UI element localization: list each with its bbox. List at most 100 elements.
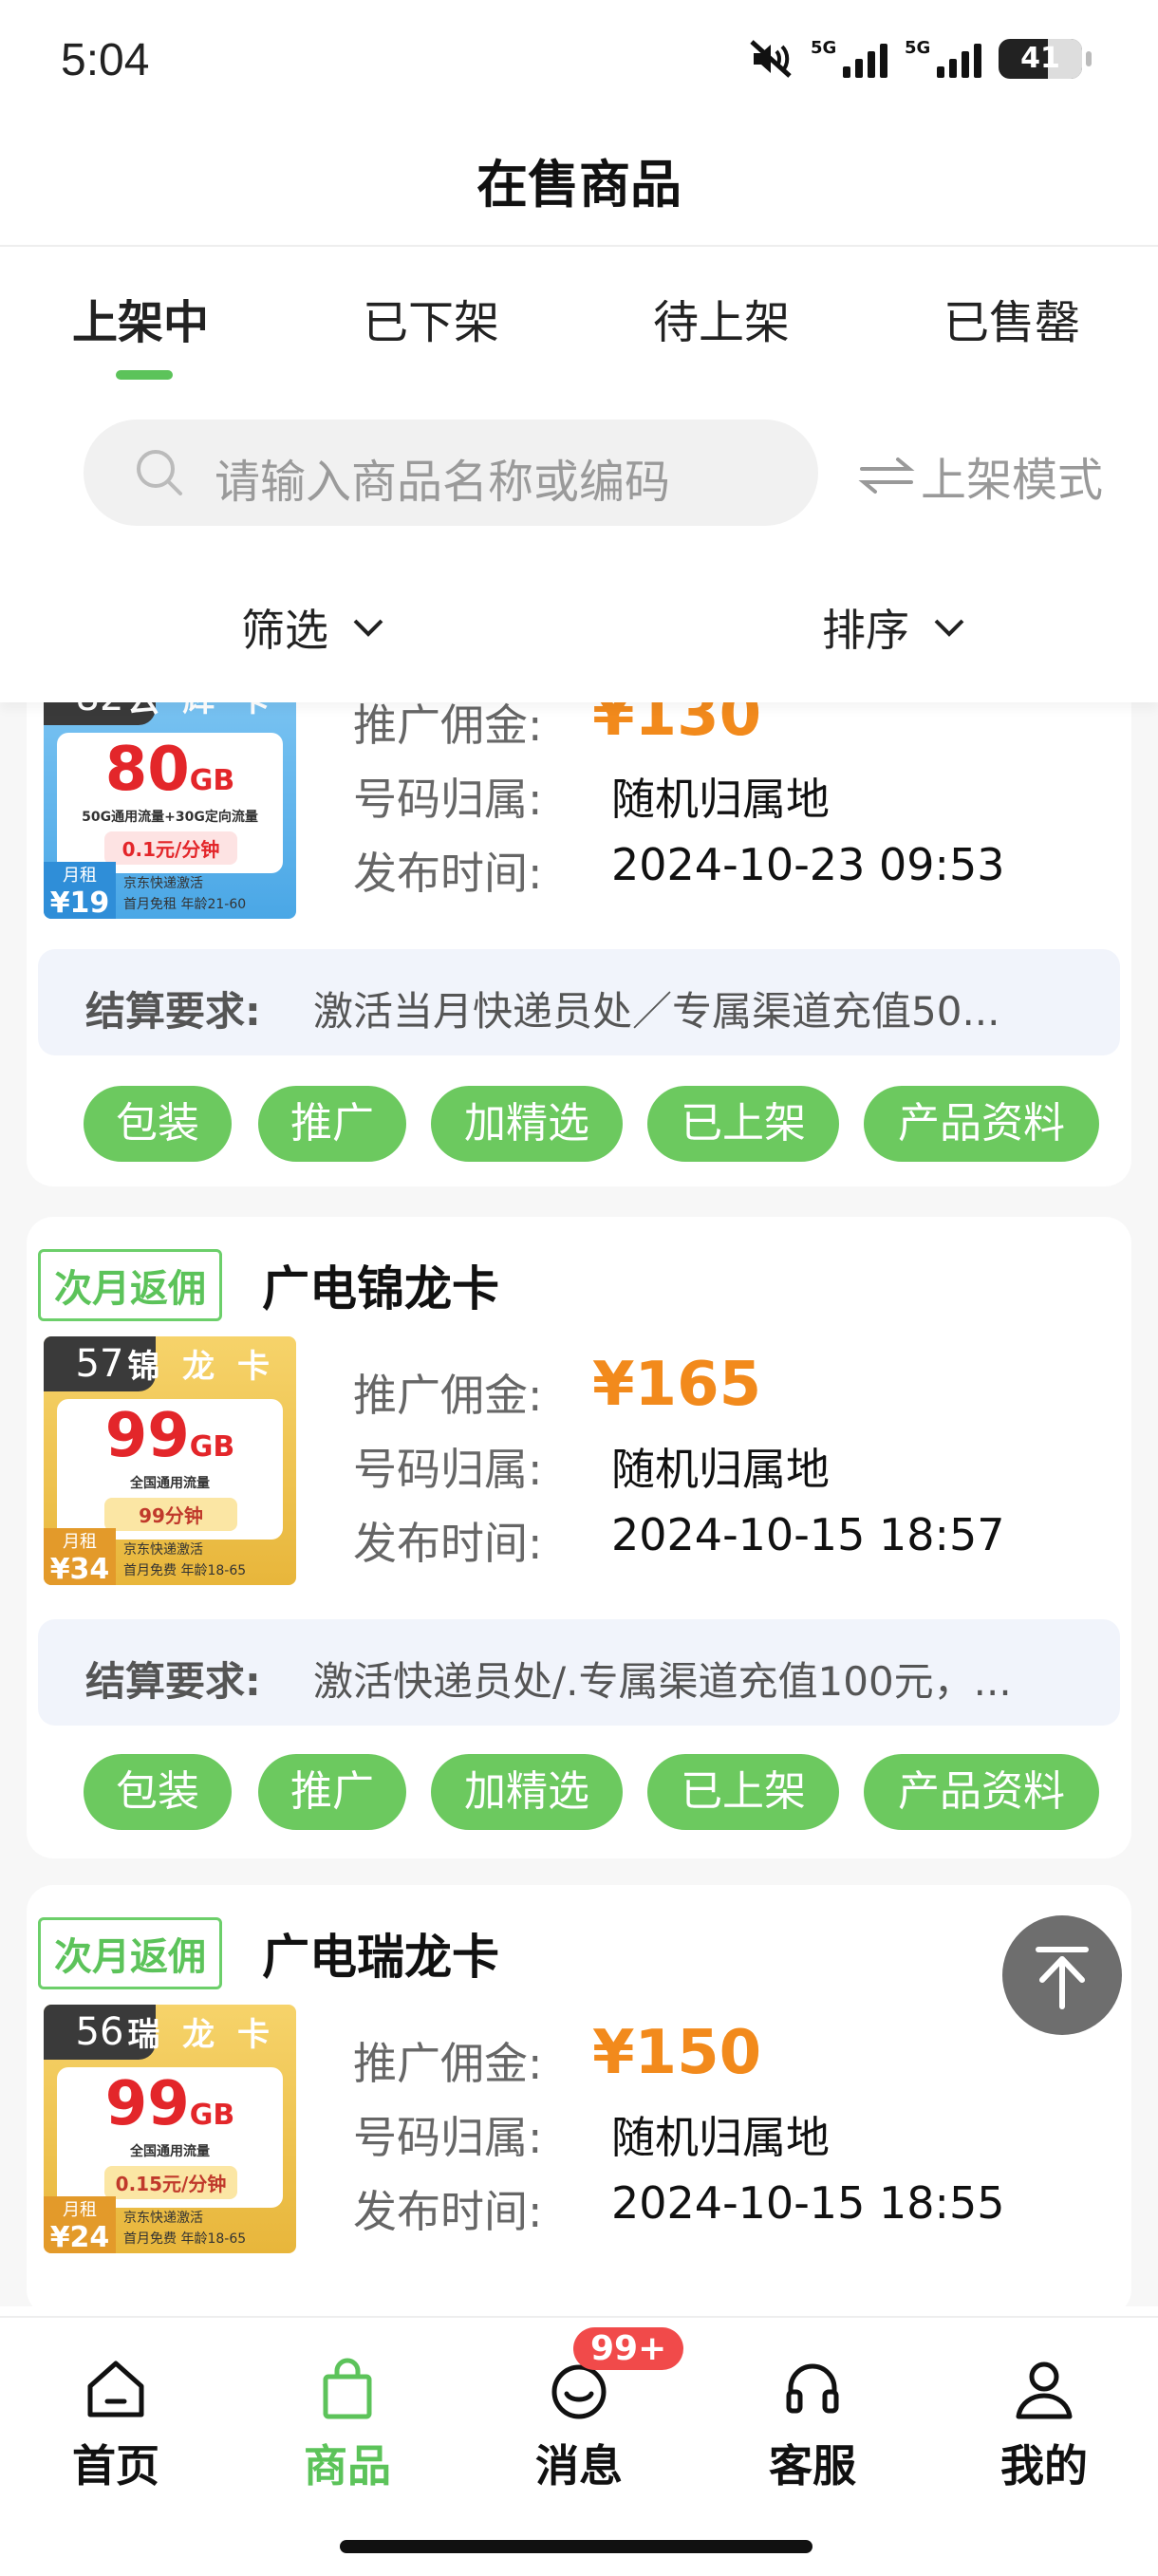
feature-button[interactable]: 加精选 bbox=[431, 1754, 623, 1830]
product-thumbnail: 56 瑞 龙 卡 99GB 全国通用流量 0.15元/分钟 月租 ¥24 京东快递… bbox=[44, 2005, 296, 2253]
sort-label: 排序 bbox=[822, 605, 909, 656]
product-info-button[interactable]: 产品资料 bbox=[864, 1086, 1099, 1162]
mute-icon bbox=[750, 40, 792, 78]
thumb-gb-unit: GB bbox=[189, 1430, 235, 1464]
thumb-courier: 京东快递激活 bbox=[123, 1542, 203, 1558]
chevron-down-icon bbox=[934, 619, 964, 637]
nav-messages[interactable]: 消息 bbox=[522, 2356, 636, 2494]
settlement-value: 激活当月快递员处／专属渠道充值50... bbox=[313, 988, 1000, 1035]
nav-products-label: 商品 bbox=[304, 2440, 391, 2492]
location-value: 随机归属地 bbox=[611, 774, 830, 825]
arrow-up-icon bbox=[1036, 1947, 1089, 2009]
location-value: 随机归属地 bbox=[611, 2112, 830, 2163]
thumb-terms: 首月免租 年龄21-60 bbox=[123, 897, 247, 912]
swap-icon bbox=[858, 457, 915, 494]
listed-button[interactable]: 已上架 bbox=[647, 1754, 839, 1830]
bag-icon bbox=[323, 2358, 372, 2419]
nav-home-label: 首页 bbox=[72, 2440, 159, 2492]
location-label: 号码归属: bbox=[353, 774, 543, 825]
publish-time-label: 发布时间: bbox=[353, 2186, 543, 2237]
nav-support[interactable]: 客服 bbox=[756, 2356, 869, 2494]
search-icon bbox=[137, 450, 182, 495]
settlement-label: 结算要求: bbox=[85, 1658, 261, 1705]
nav-support-label: 客服 bbox=[769, 2440, 856, 2492]
tab-sold-out[interactable]: 已售罄 bbox=[943, 285, 1080, 351]
publish-time-value: 2024-10-23 09:53 bbox=[611, 839, 1005, 890]
location-value: 随机归属地 bbox=[611, 1444, 830, 1495]
status-time: 5:04 bbox=[61, 35, 150, 85]
package-button[interactable]: 包装 bbox=[84, 1754, 232, 1830]
thumb-courier: 京东快递激活 bbox=[123, 2211, 203, 2226]
chevron-down-icon bbox=[353, 619, 383, 637]
divider bbox=[0, 245, 1158, 247]
back-to-top-button[interactable] bbox=[1002, 1915, 1122, 2035]
thumb-rent: 月租 ¥19 bbox=[44, 862, 116, 919]
publish-time-label: 发布时间: bbox=[353, 848, 543, 899]
settlement-box: 结算要求: 激活快递员处/.专属渠道充值100元，... bbox=[38, 1619, 1120, 1726]
thumb-desc: 全国通用流量 bbox=[130, 2144, 210, 2159]
nav-messages-label: 消息 bbox=[535, 2440, 623, 2492]
nav-profile[interactable]: 我的 bbox=[987, 2356, 1101, 2494]
product-thumbnail: 82 云 辉 卡 80GB 50G通用流量+30G定向流量 0.1元/分钟 月租… bbox=[44, 670, 296, 919]
settlement-value: 激活快递员处/.专属渠道充值100元，... bbox=[313, 1658, 1012, 1705]
commission-label: 推广佣金: bbox=[353, 1370, 543, 1421]
location-label: 号码归属: bbox=[353, 1444, 543, 1495]
product-card[interactable]: 82 云 辉 卡 80GB 50G通用流量+30G定向流量 0.1元/分钟 月租… bbox=[27, 617, 1131, 1186]
listing-mode-button[interactable]: 上架模式 bbox=[858, 442, 1103, 509]
product-card[interactable]: 次月返佣 广电锦龙卡 57 锦 龙 卡 99GB 全国通用流量 99分钟 月租 ¥… bbox=[27, 1217, 1131, 1858]
publish-time-value: 2024-10-15 18:55 bbox=[611, 2177, 1005, 2229]
sort-dropdown[interactable]: 排序 bbox=[822, 596, 968, 659]
thumb-rate: 0.15元/分钟 bbox=[104, 2166, 237, 2199]
tab-delisted[interactable]: 已下架 bbox=[363, 285, 499, 351]
thumb-gb-unit: GB bbox=[189, 2099, 235, 2132]
thumb-rent-value: ¥24 bbox=[49, 2221, 110, 2253]
commission-label: 推广佣金: bbox=[353, 700, 543, 751]
rebate-badge: 次月返佣 bbox=[38, 1249, 222, 1321]
promote-button[interactable]: 推广 bbox=[258, 1754, 406, 1830]
battery-icon: 41 bbox=[999, 39, 1092, 79]
filter-dropdown[interactable]: 筛选 bbox=[241, 596, 387, 659]
unread-badge: 99+ bbox=[573, 2327, 684, 2370]
nav-profile-label: 我的 bbox=[1000, 2440, 1088, 2492]
publish-time-value: 2024-10-15 18:57 bbox=[611, 1509, 1005, 1560]
nav-products[interactable]: 商品 bbox=[290, 2356, 404, 2494]
tab-listed[interactable]: 上架中 bbox=[72, 285, 209, 351]
product-card[interactable]: 次月返佣 广电瑞龙卡 56 瑞 龙 卡 99GB 全国通用流量 0.15元/分钟… bbox=[27, 1885, 1131, 2316]
product-name: 广电锦龙卡 bbox=[262, 1261, 499, 1316]
thumb-rent: 月租 ¥24 bbox=[44, 2196, 116, 2253]
promote-button[interactable]: 推广 bbox=[258, 1086, 406, 1162]
settlement-label: 结算要求: bbox=[85, 988, 261, 1035]
package-button[interactable]: 包装 bbox=[84, 1086, 232, 1162]
thumb-rate: 0.1元/分钟 bbox=[104, 831, 237, 865]
publish-time-label: 发布时间: bbox=[353, 1518, 543, 1569]
profile-icon bbox=[1016, 2361, 1073, 2419]
page-title: 在售商品 bbox=[476, 155, 682, 215]
thumb-desc: 50G通用流量+30G定向流量 bbox=[82, 810, 258, 825]
feature-button[interactable]: 加精选 bbox=[431, 1086, 623, 1162]
thumb-gb: 80 bbox=[104, 735, 190, 805]
listed-button[interactable]: 已上架 bbox=[647, 1086, 839, 1162]
thumb-rent-label: 月租 bbox=[63, 2200, 97, 2220]
search-input[interactable]: 请输入商品名称或编码 bbox=[84, 420, 818, 526]
product-info-button[interactable]: 产品资料 bbox=[864, 1754, 1099, 1830]
nav-home[interactable]: 首页 bbox=[59, 2356, 173, 2494]
thumb-rent-label: 月租 bbox=[63, 1532, 97, 1552]
home-indicator[interactable] bbox=[340, 2540, 812, 2553]
thumb-rate: 99分钟 bbox=[104, 1498, 237, 1531]
thumb-desc: 全国通用流量 bbox=[130, 1476, 210, 1491]
product-thumbnail: 57 锦 龙 卡 99GB 全国通用流量 99分钟 月租 ¥34 京东快递激活 首月… bbox=[44, 1336, 296, 1585]
thumb-card-name: 锦 龙 卡 bbox=[127, 1348, 275, 1386]
network-type: 5G bbox=[811, 38, 837, 58]
settlement-box: 结算要求: 激活当月快递员处／专属渠道充值50... bbox=[38, 949, 1120, 1055]
signal-icon: 5G bbox=[811, 38, 887, 78]
tab-indicator bbox=[116, 370, 173, 380]
rebate-badge: 次月返佣 bbox=[38, 1917, 222, 1989]
thumb-courier: 京东快递激活 bbox=[123, 876, 203, 891]
filter-label: 筛选 bbox=[241, 605, 328, 656]
thumb-rent-value: ¥19 bbox=[49, 887, 110, 919]
thumb-terms: 首月免费 年龄18-65 bbox=[123, 1563, 247, 1578]
commission-value: ¥165 bbox=[592, 1350, 762, 1420]
search-placeholder: 请输入商品名称或编码 bbox=[215, 456, 671, 509]
thumb-rent: 月租 ¥34 bbox=[44, 1528, 116, 1585]
tab-pending[interactable]: 待上架 bbox=[653, 285, 790, 351]
